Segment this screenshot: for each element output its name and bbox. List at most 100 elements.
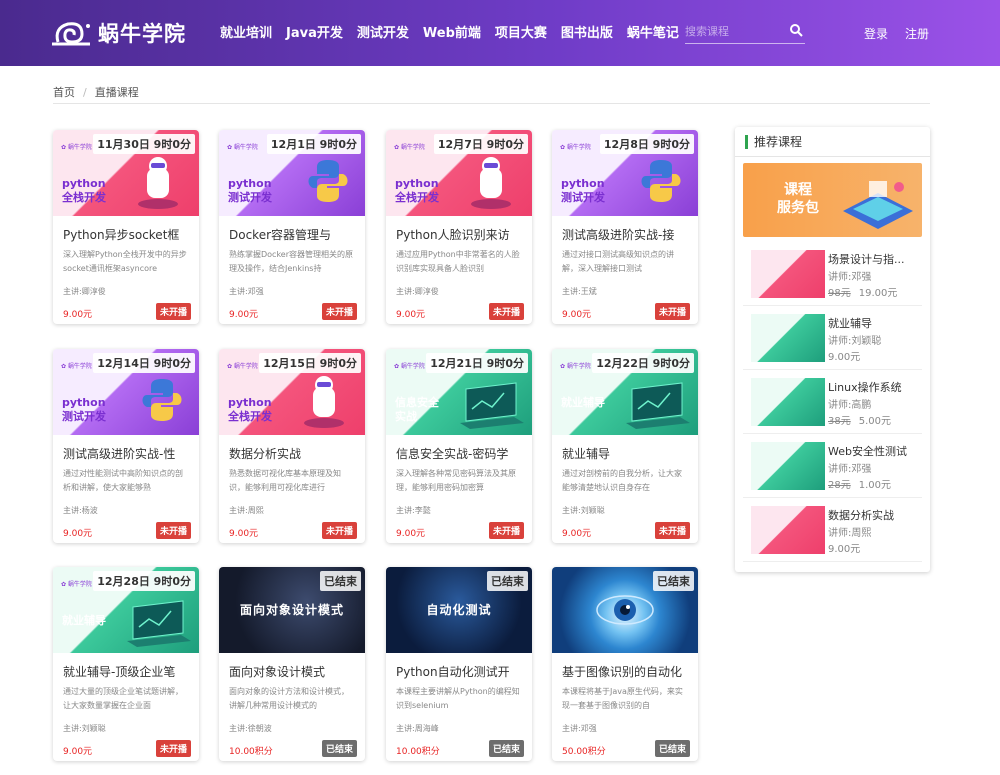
course-price: 9.00元 [562,529,592,539]
recommend-thumbnail[interactable] [751,314,825,362]
schedule-badge: 11月30日 9时0分 [93,134,195,154]
course-teacher: 主讲:刘颖聪 [562,506,605,515]
breadcrumb-current: 直播课程 [94,86,139,99]
search-input[interactable] [685,20,785,43]
recommend-price: 28元 1.00元 [828,476,891,491]
course-thumbnail[interactable]: ✿ 蜗牛学院 python 测试开发 12月1日 9时0分 [219,130,365,216]
status-badge: 未开播 [155,522,191,539]
recommend-thumbnail[interactable] [751,506,825,554]
recommend-name[interactable]: Linux操作系统 [828,379,918,395]
course-thumbnail[interactable]: ✿ 蜗牛学院 python 测试开发 12月8日 9时0分 [552,130,698,216]
course-price: 50.00积分 [562,747,606,757]
nav-web[interactable]: Web前端 [423,22,481,41]
recommend-name[interactable]: 场景设计与指... [828,251,918,267]
course-thumbnail[interactable]: 自动化测试 已结束 [386,567,532,653]
course-teacher: 主讲:王斌 [562,287,597,296]
course-card[interactable]: ✿ 蜗牛学院 就业辅导 12月28日 9时0分 就业辅导-顶级企业笔 通过大量的… [53,567,199,761]
course-name[interactable]: 就业辅导-顶级企业笔 [63,663,189,680]
recommend-name[interactable]: 数据分析实战 [828,507,918,523]
schedule-badge: 12月1日 9时0分 [266,134,361,154]
recommend-thumbnail[interactable] [751,442,825,490]
logo[interactable]: 蜗牛学院 [50,14,186,52]
course-name[interactable]: 就业辅导 [562,445,688,462]
course-card[interactable]: ✿ 蜗牛学院 python 测试开发 12月14日 9时0分 测试高级进阶实战-… [53,349,199,543]
course-thumbnail[interactable]: 已结束 [552,567,698,653]
course-thumbnail[interactable]: ✿ 蜗牛学院 信息安全 实战 12月21日 9时0分 [386,349,532,435]
thumbnail-title: 就业辅导 [62,614,106,627]
search-icon[interactable] [789,23,803,37]
recommend-item[interactable]: 数据分析实战 讲师:周熙 9.00元 [743,500,922,562]
robot-icon [138,157,178,209]
course-name[interactable]: 测试高级进阶实战-接 [562,226,688,243]
course-card[interactable]: ✿ 蜗牛学院 python 全栈开发 12月7日 9时0分 Python人脸识别… [386,130,532,324]
breadcrumb-home[interactable]: 首页 [53,86,75,99]
nav-jobs[interactable]: 就业培训 [220,22,272,41]
course-card[interactable]: ✿ 蜗牛学院 python 测试开发 12月8日 9时0分 测试高级进阶实战-接… [552,130,698,324]
course-name[interactable]: 测试高级进阶实战-性 [63,445,189,462]
current-price: 19.00元 [858,288,898,299]
course-card[interactable]: ✿ 蜗牛学院 就业辅导 12月22日 9时0分 就业辅导 通过对剖榜前的自我分析… [552,349,698,543]
recommend-thumbnail[interactable] [751,378,825,426]
nav-books[interactable]: 图书出版 [561,22,613,41]
course-name[interactable]: 面向对象设计模式 [229,663,355,680]
course-name[interactable]: Docker容器管理与 [229,226,355,243]
course-thumbnail[interactable]: 面向对象设计模式 已结束 [219,567,365,653]
schedule-badge: 12月8日 9时0分 [599,134,694,154]
course-teacher: 主讲:卿淳俊 [63,287,106,296]
recommend-item[interactable]: 场景设计与指... 讲师:邓强 98元 19.00元 [743,244,922,306]
nav-projects[interactable]: 项目大赛 [495,22,547,41]
course-card[interactable]: 面向对象设计模式 已结束 面向对象设计模式 面向对象的设计方法和设计模式，讲解几… [219,567,365,761]
course-card[interactable]: ✿ 蜗牛学院 python 全栈开发 12月15日 9时0分 数据分析实战 熟悉… [219,349,365,543]
course-name[interactable]: Python异步socket框 [63,226,189,243]
recommend-name[interactable]: 就业辅导 [828,315,918,331]
breadcrumb: 首页 / 直播课程 [53,84,930,104]
course-name[interactable]: 数据分析实战 [229,445,355,462]
course-description: 熟悉数据可视化库基本原理及知识，能够利用可视化库进行 [229,469,341,492]
nav-notes[interactable]: 蜗牛笔记 [627,22,679,41]
course-description: 本课程将基于Java原生代码，来实现一套基于图像识别的自 [562,687,683,710]
banner-text: 课程 服务包 [777,182,819,216]
thumbnail-title: 就业辅导 [561,396,605,409]
course-thumbnail[interactable]: ✿ 蜗牛学院 python 全栈开发 11月30日 9时0分 [53,130,199,216]
service-package-banner[interactable]: 课程 服务包 [743,163,922,237]
recommend-name[interactable]: Web安全性测试 [828,443,918,459]
recommend-thumbnail[interactable] [751,250,825,298]
register-link[interactable]: 注册 [905,25,929,42]
recommend-item[interactable]: 就业辅导 讲师:刘颖聪 9.00元 [743,308,922,370]
thumbnail-title: 信息安全 实战 [395,396,439,423]
nav-testing[interactable]: 测试开发 [357,22,409,41]
sidebar-title: 推荐课程 [754,135,803,149]
course-thumbnail[interactable]: ✿ 蜗牛学院 就业辅导 12月28日 9时0分 [53,567,199,653]
course-teacher: 主讲:徐朝波 [229,724,272,733]
course-card[interactable]: ✿ 蜗牛学院 python 全栈开发 11月30日 9时0分 Python异步s… [53,130,199,324]
recommend-item[interactable]: Web安全性测试 讲师:邓强 28元 1.00元 [743,436,922,498]
course-teacher: 主讲:邓强 [229,287,264,296]
course-card[interactable]: ✿ 蜗牛学院 信息安全 实战 12月21日 9时0分 信息安全实战-密码学 深入… [386,349,532,543]
recommend-item[interactable]: Linux操作系统 讲师:高鹏 38元 5.00元 [743,372,922,434]
course-thumbnail[interactable]: ✿ 蜗牛学院 python 全栈开发 12月15日 9时0分 [219,349,365,435]
course-description: 通过对性能测试中高阶知识点的剖析和讲解，使大家能够熟 [63,469,183,492]
recommend-teacher: 讲师:高鹏 [828,400,872,411]
course-thumbnail[interactable]: ✿ 蜗牛学院 就业辅导 12月22日 9时0分 [552,349,698,435]
course-teacher: 主讲:周熙 [229,506,264,515]
course-teacher: 主讲:卿淳俊 [396,287,439,296]
current-price: 5.00元 [858,416,891,427]
course-thumbnail[interactable]: ✿ 蜗牛学院 python 测试开发 12月14日 9时0分 [53,349,199,435]
nav-java[interactable]: Java开发 [286,22,343,41]
login-link[interactable]: 登录 [864,25,888,42]
original-price: 98元 [828,288,851,299]
top-header: 蜗牛学院 就业培训 Java开发 测试开发 Web前端 项目大赛 图书出版 蜗牛… [0,0,1000,66]
schedule-badge: 已结束 [320,571,361,591]
course-name[interactable]: Python人脸识别来访 [396,226,522,243]
course-name[interactable]: Python自动化测试开 [396,663,522,680]
course-description: 熟练掌握Docker容器管理相关的原理及操作，结合Jenkins持 [229,250,354,273]
course-name[interactable]: 基于图像识别的自动化 [562,663,688,680]
course-name[interactable]: 信息安全实战-密码学 [396,445,522,462]
course-price: 9.00元 [396,310,426,320]
course-description: 本课程主要讲解从Python的编程知识到selenium [396,687,520,710]
course-card[interactable]: ✿ 蜗牛学院 python 测试开发 12月1日 9时0分 Docker容器管理… [219,130,365,324]
thumbnail-title: python 全栈开发 [228,396,272,423]
course-thumbnail[interactable]: ✿ 蜗牛学院 python 全栈开发 12月7日 9时0分 [386,130,532,216]
course-card[interactable]: 已结束 基于图像识别的自动化 本课程将基于Java原生代码，来实现一套基于图像识… [552,567,698,761]
course-card[interactable]: 自动化测试 已结束 Python自动化测试开 本课程主要讲解从Python的编程… [386,567,532,761]
